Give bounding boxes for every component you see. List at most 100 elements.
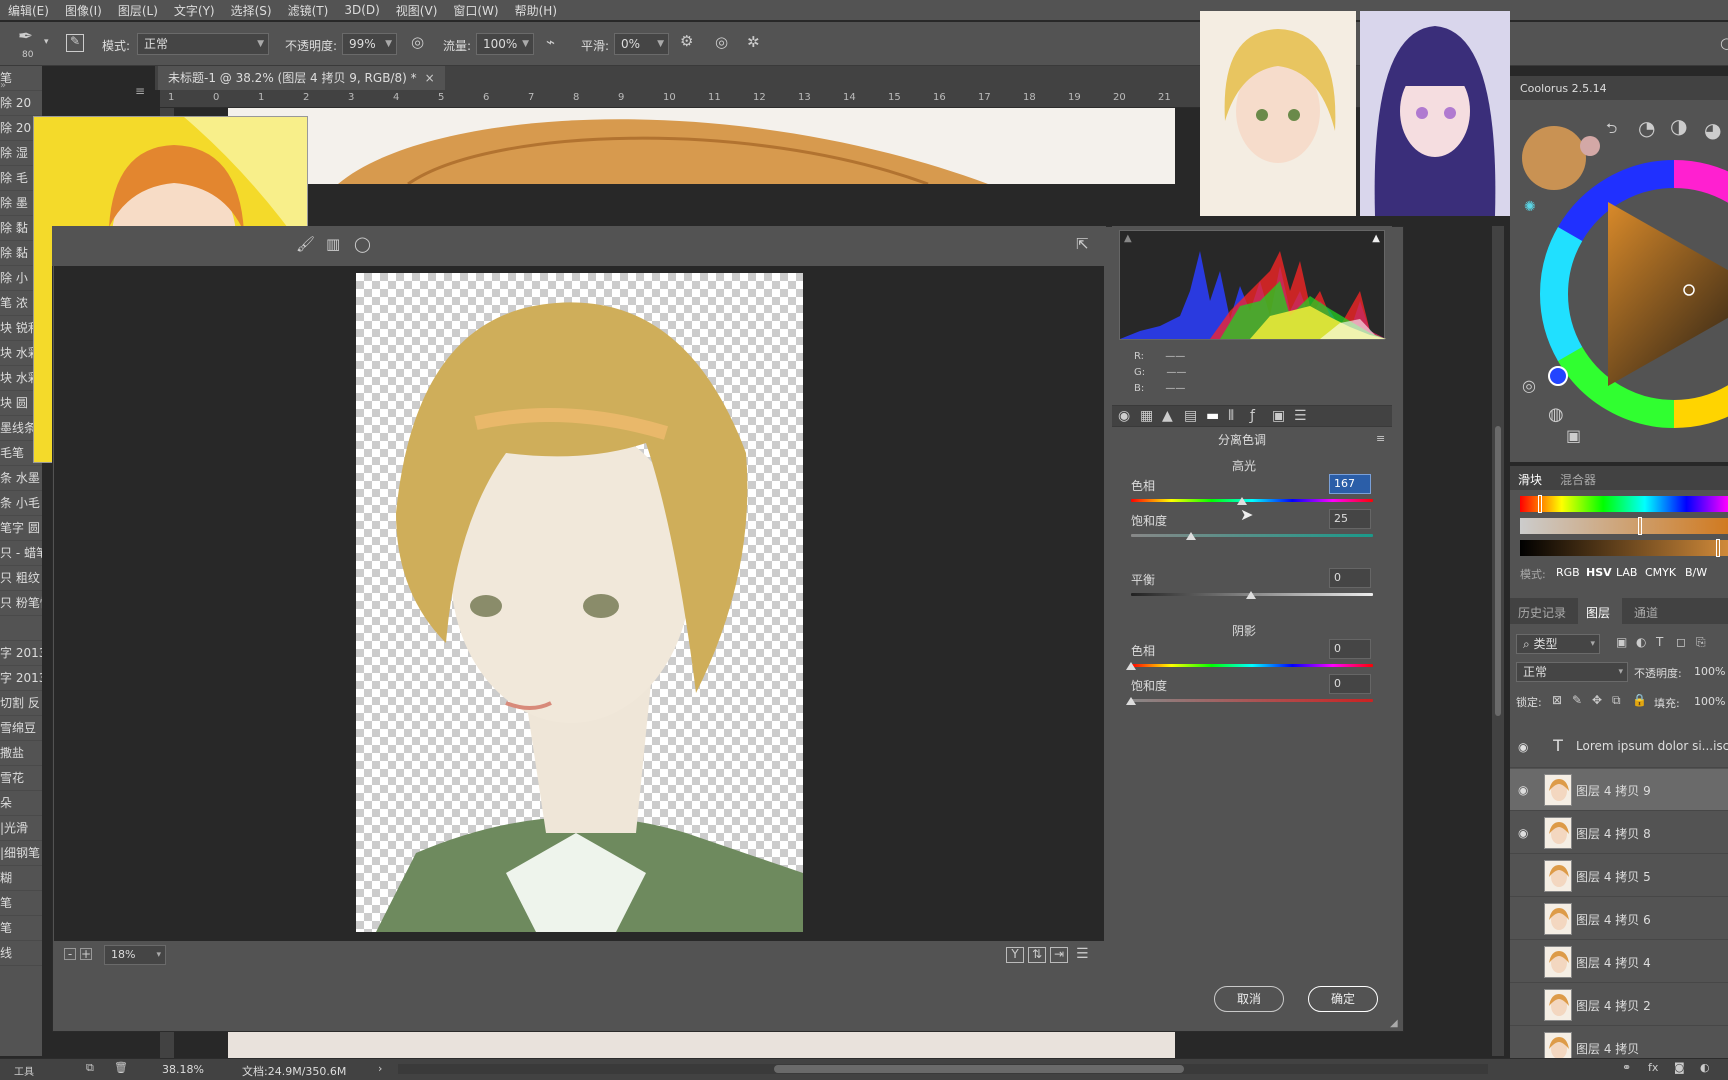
mode-select[interactable]: 正常 ▼ bbox=[137, 33, 269, 55]
menu-item[interactable]: 文字(Y) bbox=[166, 2, 223, 19]
brush-preset-item[interactable]: 线 bbox=[0, 941, 42, 966]
basic-tab-icon[interactable]: ◉ bbox=[1118, 409, 1130, 423]
highlight-hue-input[interactable]: 167 bbox=[1329, 474, 1371, 494]
preview-image[interactable] bbox=[356, 273, 803, 932]
filter-shape-icon[interactable]: ◻ bbox=[1676, 636, 1686, 648]
mode-bw[interactable]: B/W bbox=[1685, 566, 1707, 579]
shadow-hue-input[interactable]: 0 bbox=[1329, 639, 1371, 659]
zoom-level[interactable]: 38.18% bbox=[162, 1063, 204, 1076]
filter-smart-icon[interactable]: ⎘ bbox=[1696, 636, 1706, 648]
brush-preset-item[interactable]: 切割 反 bbox=[0, 691, 42, 716]
radial-filter-icon[interactable]: ◯ bbox=[354, 237, 371, 252]
panel-menu-icon[interactable]: ≡ bbox=[1376, 432, 1385, 445]
ok-button[interactable]: 确定 bbox=[1308, 986, 1378, 1012]
saturation-slider-handle[interactable] bbox=[1638, 517, 1642, 535]
fill-value[interactable]: 100% bbox=[1694, 695, 1725, 708]
zoom-select[interactable]: 18% ▾ bbox=[104, 945, 166, 965]
lock-transparent-icon[interactable]: ⊠ bbox=[1552, 694, 1562, 706]
hue-picker-handle[interactable] bbox=[1548, 366, 1568, 386]
brush-icon[interactable]: 🖌 bbox=[296, 237, 315, 252]
calibration-tab-icon[interactable]: ▣ bbox=[1272, 409, 1285, 423]
layer-opacity-value[interactable]: 100% bbox=[1694, 665, 1725, 678]
fx-tab-icon[interactable]: ƒ bbox=[1250, 409, 1255, 423]
adjustment-layer-icon[interactable]: ◐ bbox=[1700, 1062, 1710, 1073]
lens-tab-icon[interactable]: ⦀ bbox=[1228, 409, 1234, 423]
brush-preset-item[interactable]: 笔 bbox=[0, 891, 42, 916]
layer-row[interactable]: ◉ 图层 4 拷贝 8 bbox=[1510, 812, 1728, 854]
brush-preset-item[interactable]: 字 2013 bbox=[0, 666, 42, 691]
pressure-size-icon[interactable]: ◎ bbox=[715, 35, 728, 50]
layer-mask-icon[interactable]: ◙ bbox=[1674, 1062, 1685, 1073]
tab-history[interactable]: 历史记录 bbox=[1518, 604, 1566, 621]
horizontal-scrollbar-thumb[interactable] bbox=[774, 1065, 1184, 1073]
opacity-field[interactable]: 99% ▼ bbox=[342, 33, 397, 55]
menu-item[interactable]: 图层(L) bbox=[110, 2, 166, 19]
shadow-hue-track[interactable] bbox=[1131, 664, 1373, 667]
presets-tab-icon[interactable]: ☰ bbox=[1294, 409, 1307, 423]
cancel-button[interactable]: 取消 bbox=[1214, 986, 1284, 1012]
eye-icon[interactable]: ◉ bbox=[1518, 740, 1528, 754]
menu-item[interactable]: 编辑(E) bbox=[0, 2, 57, 19]
brush-preset-item[interactable]: 只 - 蜡笔 bbox=[0, 541, 42, 566]
gamut-mask-alt-icon[interactable]: ◑ bbox=[1670, 116, 1687, 136]
swap-icon[interactable]: ⇅ bbox=[1028, 947, 1046, 963]
highlight-sat-slider[interactable] bbox=[1186, 532, 1196, 540]
saturation-slider[interactable] bbox=[1520, 517, 1728, 535]
swap-colors-icon[interactable]: ⮌ bbox=[1606, 122, 1617, 136]
airbrush-icon[interactable]: ⌁ bbox=[546, 35, 555, 50]
menu-item[interactable]: 窗口(W) bbox=[445, 2, 506, 19]
menu-item[interactable]: 图像(I) bbox=[57, 2, 110, 19]
brush-preset-item[interactable]: 雪绵豆 bbox=[0, 716, 42, 741]
lock-pixels-icon[interactable]: ✎ bbox=[1572, 694, 1582, 706]
layer-filter-select[interactable]: ⌕ 类型 ▾ bbox=[1516, 634, 1600, 654]
brush-preset-icon[interactable]: ✒ bbox=[18, 28, 33, 46]
zoom-in-icon[interactable]: + bbox=[80, 948, 92, 960]
fullscreen-icon[interactable]: ⇱ bbox=[1076, 237, 1089, 252]
smooth-field[interactable]: 0% ▼ bbox=[614, 33, 669, 55]
brush-preset-item[interactable]: 只 粗纹 bbox=[0, 566, 42, 591]
detail-tab-icon[interactable]: ▲ bbox=[1162, 409, 1173, 423]
close-icon[interactable]: × bbox=[425, 71, 435, 85]
layer-row[interactable]: 图层 4 拷贝 4 bbox=[1510, 941, 1728, 983]
brush-preset-item[interactable] bbox=[0, 616, 42, 641]
menu-item[interactable]: 选择(S) bbox=[223, 2, 280, 19]
highlight-hue-slider[interactable] bbox=[1237, 497, 1247, 505]
lock-all-icon[interactable]: 🔒 bbox=[1632, 694, 1647, 706]
shadow-sat-input[interactable]: 0 bbox=[1329, 674, 1371, 694]
layer-row[interactable]: 图层 4 拷贝 6 bbox=[1510, 898, 1728, 940]
symmetry-icon[interactable]: ✲ bbox=[747, 35, 760, 50]
layer-row[interactable]: ◉ T Lorem ipsum dolor si...iscing bbox=[1510, 726, 1728, 768]
mode-rgb[interactable]: RGB bbox=[1556, 566, 1580, 579]
eye-icon[interactable]: ◉ bbox=[1518, 783, 1528, 797]
layer-row[interactable]: 图层 4 拷贝 5 bbox=[1510, 855, 1728, 897]
value-slider-handle[interactable] bbox=[1716, 539, 1720, 557]
mode-cmyk[interactable]: CMYK bbox=[1645, 566, 1676, 579]
tone-curve-tab-icon[interactable]: ▦ bbox=[1140, 409, 1153, 423]
balance-slider[interactable] bbox=[1246, 591, 1256, 599]
brush-preset-item[interactable]: 条 水墨 bbox=[0, 466, 42, 491]
brush-preset-item[interactable]: 撒盐 bbox=[0, 741, 42, 766]
canvas-vertical-scrollbar[interactable] bbox=[1492, 226, 1504, 1056]
highlight-hue-track[interactable] bbox=[1131, 499, 1373, 502]
shadow-sat-track[interactable] bbox=[1131, 699, 1373, 702]
brush-preset-item[interactable]: 字 2013 bbox=[0, 641, 42, 666]
scrollbar-thumb[interactable] bbox=[1495, 426, 1501, 716]
split-toning-tab-icon[interactable]: ▬ bbox=[1206, 409, 1219, 423]
mode-hsv[interactable]: HSV bbox=[1586, 566, 1612, 579]
brush-preset-item[interactable]: 朵 bbox=[0, 791, 42, 816]
filter-adjustment-icon[interactable]: ◐ bbox=[1636, 636, 1646, 648]
highlight-sat-input[interactable]: 25 bbox=[1329, 509, 1371, 529]
brush-preset-item[interactable]: 除 20 bbox=[0, 91, 42, 116]
color-wheel[interactable] bbox=[1524, 152, 1728, 442]
blend-mode-select[interactable]: 正常 ▾ bbox=[1516, 662, 1628, 682]
horizontal-scrollbar[interactable] bbox=[398, 1064, 1488, 1074]
preview-settings-icon[interactable]: ☰ bbox=[1076, 947, 1089, 961]
menu-item[interactable]: 3D(D) bbox=[336, 3, 387, 17]
tab-sliders[interactable]: 滑块 bbox=[1518, 471, 1542, 488]
highlight-sat-track[interactable] bbox=[1131, 534, 1373, 537]
value-slider[interactable] bbox=[1520, 539, 1728, 557]
panel-menu-icon[interactable]: ≡ bbox=[135, 84, 145, 98]
shadow-hue-slider[interactable] bbox=[1126, 662, 1136, 670]
lock-position-icon[interactable]: ✥ bbox=[1592, 694, 1602, 706]
brush-preset-item[interactable]: |细钢笔 bbox=[0, 841, 42, 866]
